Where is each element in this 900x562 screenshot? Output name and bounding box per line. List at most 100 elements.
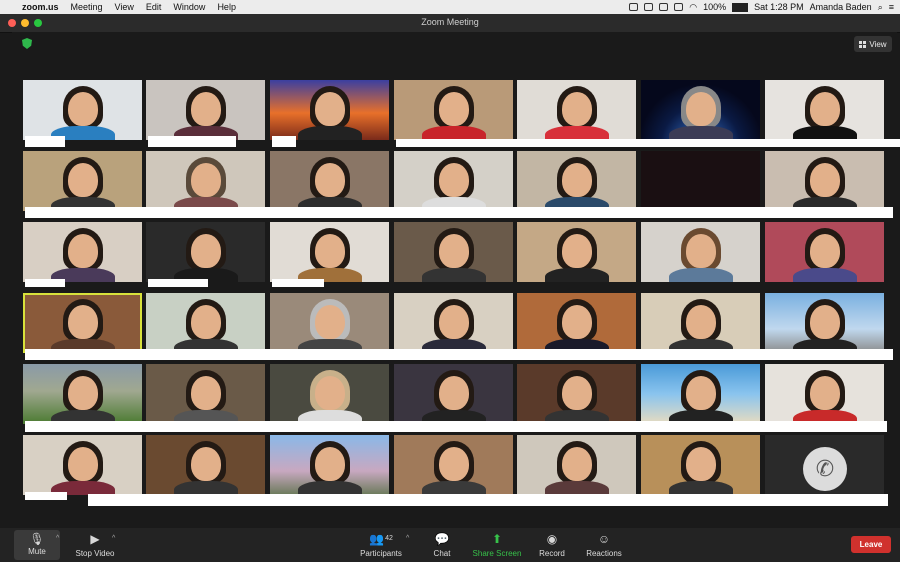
- video-tile[interactable]: [23, 222, 142, 282]
- video-tile[interactable]: [394, 80, 513, 140]
- participant-body: [668, 126, 733, 140]
- video-tile[interactable]: [517, 364, 636, 424]
- chevron-up-icon[interactable]: ^: [112, 535, 115, 542]
- participant-face: [809, 305, 840, 339]
- video-tile[interactable]: [270, 293, 389, 353]
- video-tile[interactable]: [641, 435, 760, 495]
- share-arrow-icon: ⬆: [491, 532, 503, 546]
- menu-help[interactable]: Help: [217, 2, 236, 12]
- participant-body: [421, 126, 486, 140]
- status-icon[interactable]: [644, 3, 654, 11]
- menu-window[interactable]: Window: [173, 2, 205, 12]
- battery-icon[interactable]: [732, 2, 749, 12]
- video-tile[interactable]: [146, 364, 265, 424]
- video-tile[interactable]: [765, 222, 884, 282]
- participant-face: [685, 92, 716, 126]
- video-tile[interactable]: [765, 293, 884, 353]
- participant-body: [421, 268, 486, 282]
- participants-button[interactable]: 👥42 Participants: [356, 532, 406, 558]
- leave-button[interactable]: Leave: [851, 536, 891, 553]
- window-title: Zoom Meeting: [421, 17, 479, 27]
- record-button[interactable]: ◉ Record: [535, 532, 569, 558]
- reactions-button[interactable]: ☺ Reactions: [584, 532, 624, 558]
- menu-meeting[interactable]: Meeting: [71, 2, 103, 12]
- video-tile[interactable]: [23, 80, 142, 140]
- video-tile[interactable]: [394, 435, 513, 495]
- video-tile[interactable]: [23, 435, 142, 495]
- participant-body: [668, 481, 733, 495]
- video-tile[interactable]: [270, 364, 389, 424]
- video-tile[interactable]: [146, 435, 265, 495]
- mute-button[interactable]: 🎙 Mute: [14, 530, 60, 560]
- video-tile[interactable]: [270, 435, 389, 495]
- video-tile-active-speaker[interactable]: [23, 293, 142, 353]
- participant-face: [67, 92, 98, 126]
- menu-app-name[interactable]: zoom.us: [22, 2, 59, 12]
- chat-label: Chat: [433, 549, 451, 558]
- status-icon[interactable]: [659, 3, 669, 11]
- chevron-up-icon[interactable]: ^: [406, 535, 409, 542]
- people-icon: 👥: [369, 532, 385, 546]
- redaction-strip: [272, 279, 324, 287]
- wifi-icon[interactable]: ◠: [689, 2, 697, 13]
- video-tile[interactable]: [394, 222, 513, 282]
- video-tile[interactable]: [765, 364, 884, 424]
- participant-body: [792, 126, 857, 140]
- participant-face: [190, 92, 221, 126]
- share-screen-button[interactable]: ⬆ Share Screen: [470, 532, 524, 558]
- participant-body: [421, 481, 486, 495]
- participant-face: [190, 305, 221, 339]
- participant-face: [314, 447, 345, 481]
- list-icon[interactable]: ≡: [889, 2, 894, 12]
- video-tile[interactable]: [146, 222, 265, 282]
- video-tile[interactable]: [517, 293, 636, 353]
- redaction-strip: [25, 279, 65, 287]
- video-tile[interactable]: [641, 293, 760, 353]
- redaction-strip: [25, 136, 65, 147]
- video-tile[interactable]: [765, 151, 884, 211]
- participant-face: [685, 234, 716, 268]
- record-icon: ◉: [546, 532, 558, 546]
- menu-edit[interactable]: Edit: [146, 2, 162, 12]
- view-button[interactable]: View: [854, 36, 892, 52]
- participant-face: [561, 376, 592, 410]
- video-tile[interactable]: [146, 151, 265, 211]
- status-icon[interactable]: [674, 3, 684, 11]
- video-tile[interactable]: [641, 80, 760, 140]
- video-tile[interactable]: [641, 222, 760, 282]
- video-tile[interactable]: [517, 80, 636, 140]
- participant-body: [297, 126, 362, 140]
- participant-body: [668, 268, 733, 282]
- video-tile[interactable]: [23, 364, 142, 424]
- video-tile[interactable]: [394, 364, 513, 424]
- video-tile[interactable]: [270, 80, 389, 140]
- video-tile[interactable]: [394, 151, 513, 211]
- participant-face: [314, 163, 345, 197]
- video-tile[interactable]: [394, 293, 513, 353]
- video-tile[interactable]: [765, 80, 884, 140]
- video-tile[interactable]: [641, 364, 760, 424]
- status-icon[interactable]: [629, 3, 639, 11]
- chevron-up-icon[interactable]: ^: [56, 535, 59, 542]
- video-tile[interactable]: [641, 151, 760, 211]
- video-tile[interactable]: [270, 222, 389, 282]
- menu-view[interactable]: View: [115, 2, 134, 12]
- video-tile[interactable]: [517, 222, 636, 282]
- video-tile[interactable]: [23, 151, 142, 211]
- chat-button[interactable]: 💬 Chat: [427, 532, 457, 558]
- video-tile[interactable]: [517, 435, 636, 495]
- participant-body: [792, 268, 857, 282]
- video-tile[interactable]: [270, 151, 389, 211]
- video-tile[interactable]: [146, 293, 265, 353]
- chat-bubble-icon: 💬: [434, 532, 450, 546]
- participant-face: [809, 376, 840, 410]
- video-tile[interactable]: [146, 80, 265, 140]
- user-name[interactable]: Amanda Baden: [810, 2, 872, 12]
- share-screen-label: Share Screen: [472, 549, 522, 558]
- clock[interactable]: Sat 1:28 PM: [754, 2, 804, 12]
- participant-face: [561, 234, 592, 268]
- participant-face: [809, 92, 840, 126]
- participant-face: [190, 234, 221, 268]
- video-tile[interactable]: [517, 151, 636, 211]
- search-icon[interactable]: ⌕: [878, 2, 883, 13]
